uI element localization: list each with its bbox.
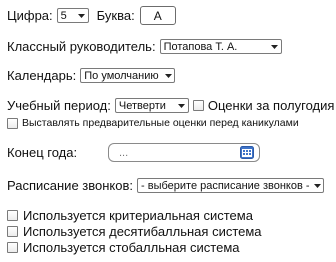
hundred-point-system-checkbox[interactable] — [7, 242, 18, 253]
study-period-label: Учебный период: — [7, 98, 111, 113]
chevron-down-icon — [162, 73, 174, 78]
letter-input[interactable]: А — [139, 6, 176, 25]
preliminary-grades-checkbox[interactable] — [7, 117, 18, 129]
chevron-down-icon — [311, 183, 323, 188]
ten-point-system-checkbox[interactable] — [7, 226, 18, 237]
chevron-down-icon — [76, 13, 88, 18]
half-year-grades-checkbox[interactable] — [192, 100, 204, 111]
criteria-system-checkbox[interactable] — [7, 210, 18, 221]
study-period-select[interactable]: Четверти — [114, 98, 189, 113]
grading-criteria-row: Используется критериальная система — [7, 208, 253, 223]
calendar-select-value: По умолчанию — [84, 69, 159, 82]
teacher-label: Классный руководитель: — [7, 39, 156, 54]
grading-ten-point-row: Используется десятибалльная система — [7, 224, 262, 239]
digit-select[interactable]: 5 — [56, 8, 89, 23]
study-period-row: Учебный период: Четверти Оценки за полуг… — [7, 98, 334, 113]
chevron-down-icon — [176, 103, 188, 108]
year-end-date-placeholder: ... — [119, 146, 129, 159]
calendar-label: Календарь: — [7, 68, 77, 83]
class-digit-letter-row: Цифра: 5 Буква: А — [7, 6, 176, 25]
bell-schedule-select[interactable]: - выберите расписание звонков - — [137, 178, 324, 193]
year-end-date-input[interactable]: ... — [108, 143, 260, 162]
criteria-system-label: Используется критериальная система — [23, 208, 253, 223]
grading-hundred-point-row: Используется стобалльная система — [7, 240, 240, 255]
year-end-row: Конец года: ... — [7, 143, 260, 162]
preliminary-grades-label: Выставлять предварительные оценки перед … — [22, 117, 299, 129]
teacher-select[interactable]: Потапова Т. А. — [159, 39, 282, 54]
preliminary-grades-row: Выставлять предварительные оценки перед … — [7, 117, 299, 129]
bell-schedule-select-value: - выберите расписание звонков - — [141, 179, 310, 192]
letter-label: Буква: — [96, 8, 135, 23]
calendar-icon[interactable] — [240, 146, 254, 159]
digit-select-value: 5 — [60, 9, 67, 22]
year-end-label: Конец года: — [7, 145, 78, 160]
teacher-select-value: Потапова Т. А. — [163, 40, 238, 53]
digit-label: Цифра: — [7, 8, 53, 23]
bell-schedule-row: Расписание звонков: - выберите расписани… — [7, 178, 324, 193]
hundred-point-system-label: Используется стобалльная система — [23, 240, 240, 255]
bell-schedule-label: Расписание звонков: — [7, 178, 133, 193]
half-year-grades-label: Оценки за полугодия — [207, 98, 335, 113]
calendar-row: Календарь: По умолчанию — [7, 68, 176, 83]
ten-point-system-label: Используется десятибалльная система — [23, 224, 262, 239]
calendar-select[interactable]: По умолчанию — [80, 68, 176, 83]
teacher-row: Классный руководитель: Потапова Т. А. — [7, 39, 282, 54]
chevron-down-icon — [269, 44, 281, 49]
study-period-select-value: Четверти — [118, 99, 166, 112]
